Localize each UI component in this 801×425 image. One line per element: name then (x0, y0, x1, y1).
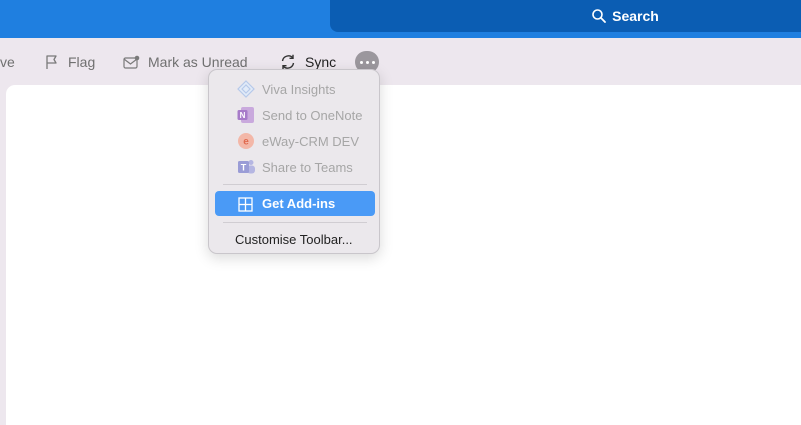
menu-item-label: eWay-CRM DEV (262, 133, 360, 149)
svg-text:N: N (240, 111, 246, 120)
mark-as-unread-label: Mark as Unread (148, 54, 248, 70)
envelope-icon (123, 55, 140, 69)
search-label: Search (612, 8, 659, 24)
svg-text:T: T (241, 163, 247, 173)
flag-icon (46, 55, 57, 69)
menu-item-customise-toolbar[interactable]: Customise Toolbar... (215, 227, 375, 251)
add-ins-grid-icon (235, 194, 257, 214)
menu-item-label: Get Add-ins (262, 196, 336, 211)
search-box[interactable]: Search (330, 0, 801, 32)
ellipsis-dot (365, 60, 369, 64)
search-icon (592, 9, 607, 23)
teams-icon: T (235, 157, 257, 177)
menu-item-label: Viva Insights (262, 81, 336, 97)
ellipsis-dot (359, 60, 363, 64)
menu-separator (223, 222, 367, 223)
toolbar-overflow-menu: Viva Insights N Send to OneNote e eWay-C… (208, 69, 380, 254)
toolbar: ve Flag Mark as Unread Sync (0, 38, 801, 86)
sync-label: Sync (305, 54, 337, 70)
flag-button[interactable]: Flag (44, 38, 95, 86)
menu-item-share-to-teams: T Share to Teams (215, 155, 375, 179)
menu-item-label: Customise Toolbar... (235, 231, 353, 247)
eway-crm-icon: e (235, 131, 257, 151)
menu-item-send-to-onenote: N Send to OneNote (215, 103, 375, 127)
svg-text:e: e (243, 137, 249, 148)
menu-separator (223, 184, 367, 185)
archive-label: ve (0, 54, 15, 70)
flag-label: Flag (68, 54, 96, 70)
menu-item-label: Share to Teams (262, 159, 353, 175)
menu-item-get-add-ins[interactable]: Get Add-ins (215, 191, 375, 216)
menu-item-label: Send to OneNote (262, 107, 363, 123)
viva-insights-icon (235, 79, 257, 99)
archive-button[interactable]: ve (0, 38, 15, 86)
reading-pane (6, 85, 801, 425)
onenote-icon: N (235, 105, 257, 125)
menu-item-viva-insights: Viva Insights (215, 77, 375, 101)
ellipsis-dot (371, 60, 375, 64)
menu-item-eway-crm-dev: e eWay-CRM DEV (215, 129, 375, 153)
